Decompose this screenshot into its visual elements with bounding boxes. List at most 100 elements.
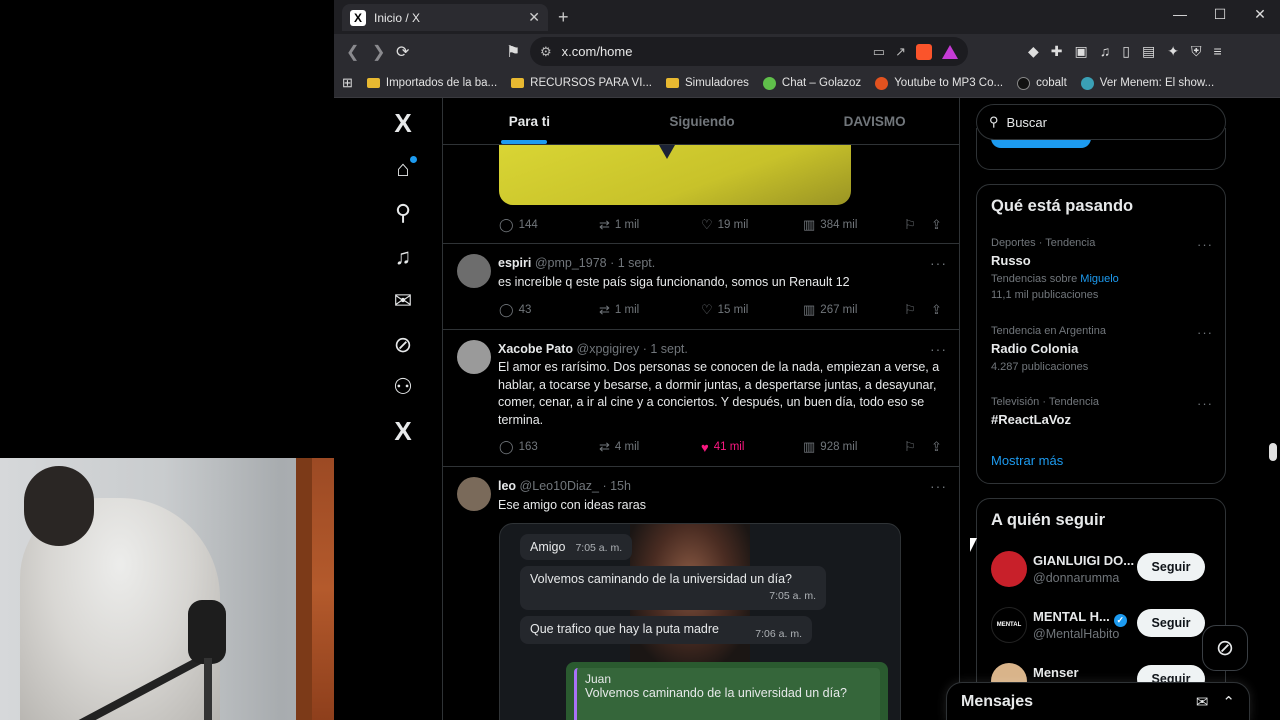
menu-icon[interactable]: ≡	[1213, 43, 1221, 60]
repost-button[interactable]: ⇄ 1 mil	[599, 217, 639, 233]
forward-icon[interactable]: ❯	[372, 42, 385, 62]
bookmark-cobalt[interactable]: cobalt	[1017, 76, 1067, 90]
follow-button[interactable]: Seguir	[1137, 609, 1205, 637]
tab-para-ti[interactable]: Para ti	[443, 98, 616, 144]
reply-button[interactable]: ◯ 144	[499, 217, 538, 233]
grok-icon[interactable]: ⊘	[388, 330, 418, 360]
extension-icon[interactable]: ◆	[1028, 43, 1039, 60]
more-options-icon[interactable]: ···	[930, 478, 947, 494]
minimize-button[interactable]: —	[1170, 6, 1190, 22]
close-window-button[interactable]: ✕	[1250, 6, 1270, 23]
messages-envelope-icon[interactable]: ✉	[388, 286, 418, 316]
search-input[interactable]: ⚲ Buscar	[976, 104, 1226, 140]
puzzle-icon[interactable]: ✚	[1051, 43, 1063, 60]
like-button[interactable]: ♡ 19 mil	[701, 217, 748, 233]
chat-screenshot-media[interactable]: Amigo 7:05 a. m. Volvemos caminando de la…	[499, 523, 901, 720]
bookmark-button[interactable]: ⚐	[904, 439, 916, 455]
cast-icon[interactable]: ▭	[873, 44, 885, 60]
reply-button[interactable]: ◯ 43	[499, 302, 531, 318]
views-button[interactable]: ▥ 384 mil	[803, 217, 857, 233]
trend-sub-link[interactable]: Miguelo	[1080, 273, 1119, 285]
share-button[interactable]: ⇪	[931, 439, 942, 455]
avatar[interactable]	[991, 551, 1027, 587]
communities-icon[interactable]: ⚇	[388, 372, 418, 402]
post-media-image[interactable]	[499, 145, 851, 205]
follow-button[interactable]: Seguir	[1137, 553, 1205, 581]
post-time[interactable]: · 1 sept.	[643, 342, 688, 356]
bookmark-page-icon[interactable]: ⚑	[506, 42, 520, 62]
trend-more-icon[interactable]: ···	[1197, 396, 1213, 411]
author-name[interactable]: leo	[498, 479, 516, 493]
brave-rewards-icon[interactable]	[942, 44, 958, 59]
post-time[interactable]: · 15h	[602, 479, 631, 493]
avatar[interactable]	[457, 477, 491, 511]
music-icon[interactable]: ♫	[1100, 43, 1111, 60]
repost-button[interactable]: ⇄ 4 mil	[599, 439, 639, 455]
trend-item[interactable]: Tendencia en Argentina Radio Colonia 4.2…	[991, 325, 1213, 373]
tab-x-home[interactable]: X Inicio / X ✕	[342, 4, 548, 31]
views-button[interactable]: ▥ 267 mil	[803, 302, 857, 318]
trend-more-icon[interactable]: ···	[1197, 237, 1213, 252]
x-logo-icon[interactable]: X	[388, 108, 418, 138]
new-message-icon[interactable]: ✉	[1196, 693, 1209, 711]
more-options-icon[interactable]: ···	[930, 255, 947, 271]
leo-ai-icon[interactable]: ✦	[1167, 43, 1179, 60]
bookmark-recursos[interactable]: RECURSOS PARA VI...	[511, 77, 652, 89]
site-info-icon[interactable]: ⚙	[540, 44, 552, 60]
address-bar[interactable]: ⚙ x.com/home ▭ ↗	[530, 37, 968, 66]
premium-x-icon[interactable]: X	[388, 416, 418, 446]
share-button[interactable]: ⇪	[931, 217, 942, 233]
trend-item[interactable]: Deportes · Tendencia Russo Tendencias so…	[991, 237, 1213, 301]
tab-close-icon[interactable]: ✕	[528, 9, 540, 26]
bookmark-button[interactable]: ⚐	[904, 217, 916, 233]
avatar[interactable]	[457, 254, 491, 288]
share-icon[interactable]: ↗	[895, 44, 906, 60]
scrollbar-thumb[interactable]	[1269, 443, 1277, 461]
tab-siguiendo[interactable]: Siguiendo	[616, 98, 789, 144]
bookmark-simuladores[interactable]: Simuladores	[666, 77, 749, 89]
page-scrollbar[interactable]	[1266, 98, 1280, 720]
avatar[interactable]	[457, 340, 491, 374]
home-icon[interactable]: ⌂	[388, 154, 418, 184]
expand-chevron-icon[interactable]: ⌃	[1222, 693, 1235, 711]
brave-shields-icon[interactable]	[916, 43, 932, 60]
explore-search-icon[interactable]: ⚲	[388, 198, 418, 228]
wallet-icon[interactable]: ▤	[1142, 43, 1155, 60]
notifications-bell-icon[interactable]: ♫	[388, 242, 418, 272]
bookmark-golazoz[interactable]: Chat – Golazoz	[762, 76, 861, 90]
vpn-icon[interactable]: ⛨	[1191, 43, 1202, 60]
bookmark-button[interactable]: ⚐	[904, 302, 916, 318]
bookmark-menem[interactable]: Ver Menem: El show...	[1080, 76, 1214, 90]
share-button[interactable]: ⇪	[931, 302, 942, 318]
back-icon[interactable]: ❮	[346, 42, 359, 62]
like-button[interactable]: ♥ 41 mil	[701, 440, 744, 455]
post-time[interactable]: · 1 sept.	[610, 256, 655, 270]
repost-button[interactable]: ⇄ 1 mil	[599, 302, 639, 318]
maximize-button[interactable]: ☐	[1210, 6, 1230, 23]
apps-grid-icon[interactable]: ⊞	[342, 75, 353, 91]
follow-suggestion[interactable]: MENTAL MENTAL H... ✓ @MentalHabito Seguir	[991, 605, 1217, 645]
follow-suggestion[interactable]: GIANLUIGI DO... @donnarumma Seguir	[991, 549, 1217, 589]
more-options-icon[interactable]: ···	[930, 341, 947, 357]
author-name[interactable]: Xacobe Pato	[498, 342, 573, 356]
author-name[interactable]: espiri	[498, 256, 531, 270]
author-handle[interactable]: @Leo10Diaz_	[520, 479, 599, 493]
views-button[interactable]: ▥ 928 mil	[803, 439, 857, 455]
avatar[interactable]: MENTAL	[991, 607, 1027, 643]
like-button[interactable]: ♡ 15 mil	[701, 302, 748, 318]
grok-floating-button[interactable]: ⊘	[1202, 625, 1248, 671]
show-more-link[interactable]: Mostrar más	[991, 453, 1063, 468]
bookmark-importados[interactable]: Importados de la ba...	[366, 77, 497, 89]
messages-drawer[interactable]: Mensajes ✉ ⌃	[946, 682, 1250, 720]
screenshot-icon[interactable]: ▣	[1075, 43, 1088, 60]
author-handle[interactable]: @xpgigirey	[577, 342, 640, 356]
tab-davismo[interactable]: DAVISMO	[788, 98, 959, 144]
author-handle[interactable]: @pmp_1978	[535, 256, 607, 270]
sidebar-icon[interactable]: ▯	[1122, 43, 1130, 60]
reply-button[interactable]: ◯ 163	[499, 439, 538, 455]
reload-icon[interactable]: ⟳	[396, 42, 409, 62]
trend-more-icon[interactable]: ···	[1197, 325, 1213, 340]
bookmark-ytmp3[interactable]: Youtube to MP3 Co...	[875, 76, 1003, 90]
new-tab-button[interactable]: +	[558, 7, 569, 28]
trend-item[interactable]: Televisión · Tendencia #ReactLaVoz ···	[991, 396, 1213, 427]
